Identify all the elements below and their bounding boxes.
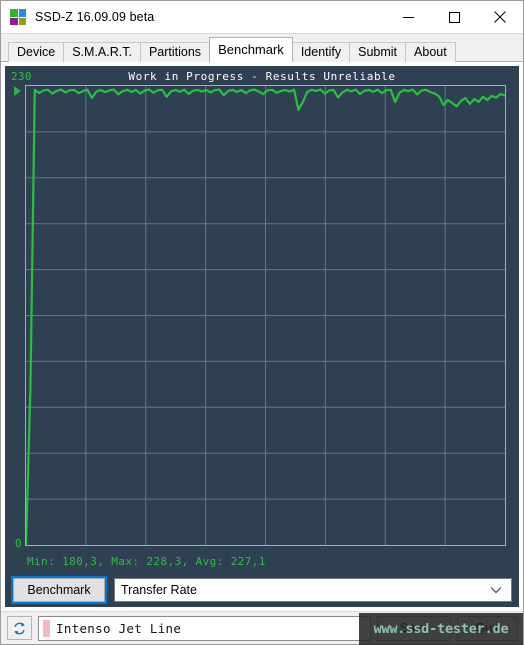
close-icon <box>494 11 506 23</box>
maximize-icon <box>448 11 460 23</box>
benchmark-controls: Benchmark Transfer Rate <box>8 576 516 604</box>
title-bar: SSD-Z 16.09.09 beta <box>1 1 523 34</box>
tab-submit[interactable]: Submit <box>349 42 407 62</box>
tab-partitions[interactable]: Partitions <box>139 42 211 62</box>
y-axis-max-label: 230 <box>11 70 32 83</box>
window-controls <box>385 1 523 33</box>
window-title: SSD-Z 16.09.09 beta <box>35 10 155 24</box>
status-bar: Intenso Jet Line Save Quit www.ssd-teste… <box>1 611 523 645</box>
chart-plot-area <box>25 85 506 546</box>
device-status-marker <box>43 619 50 637</box>
chart-plot-svg <box>26 86 505 545</box>
minimize-button[interactable] <box>385 1 431 33</box>
play-triangle-icon <box>14 86 21 96</box>
run-benchmark-button[interactable]: Benchmark <box>11 576 107 604</box>
device-name-value: Intenso Jet Line <box>56 620 182 636</box>
chart-title: Work in Progress - Results Unreliable <box>128 70 396 83</box>
chevron-down-icon <box>490 579 502 601</box>
tab-smart[interactable]: S.M.A.R.T. <box>63 42 141 62</box>
tab-benchmark[interactable]: Benchmark <box>209 37 293 62</box>
tab-about[interactable]: About <box>405 42 456 62</box>
transfer-rate-chart: Work in Progress - Results Unreliable 23… <box>8 69 516 572</box>
quit-button[interactable]: Quit <box>457 615 517 641</box>
benchmark-surface: Work in Progress - Results Unreliable 23… <box>5 66 519 607</box>
close-button[interactable] <box>477 1 523 33</box>
maximize-button[interactable] <box>431 1 477 33</box>
benchmark-tab-panel: Work in Progress - Results Unreliable 23… <box>1 61 523 611</box>
benchmark-stats: Min: 180,3, Max: 228,3, Avg: 227,1 <box>27 555 266 568</box>
tab-identify[interactable]: Identify <box>291 42 351 62</box>
tab-strip: Device S.M.A.R.T. Partitions Benchmark I… <box>1 34 523 62</box>
app-window: SSD-Z 16.09.09 beta Device S.M.A.R.T. Pa… <box>0 0 524 645</box>
refresh-button[interactable] <box>7 616 32 640</box>
benchmark-mode-value: Transfer Rate <box>121 583 197 597</box>
refresh-icon <box>14 622 25 634</box>
tab-device[interactable]: Device <box>8 42 65 62</box>
save-button[interactable]: Save <box>377 615 451 641</box>
chart-grid <box>26 86 505 545</box>
minimize-icon <box>402 16 414 18</box>
benchmark-mode-select[interactable]: Transfer Rate <box>114 578 512 602</box>
device-name-field[interactable]: Intenso Jet Line <box>38 615 371 641</box>
y-axis-min-label: 0 <box>15 537 22 550</box>
ssdz-logo-icon <box>10 9 26 25</box>
